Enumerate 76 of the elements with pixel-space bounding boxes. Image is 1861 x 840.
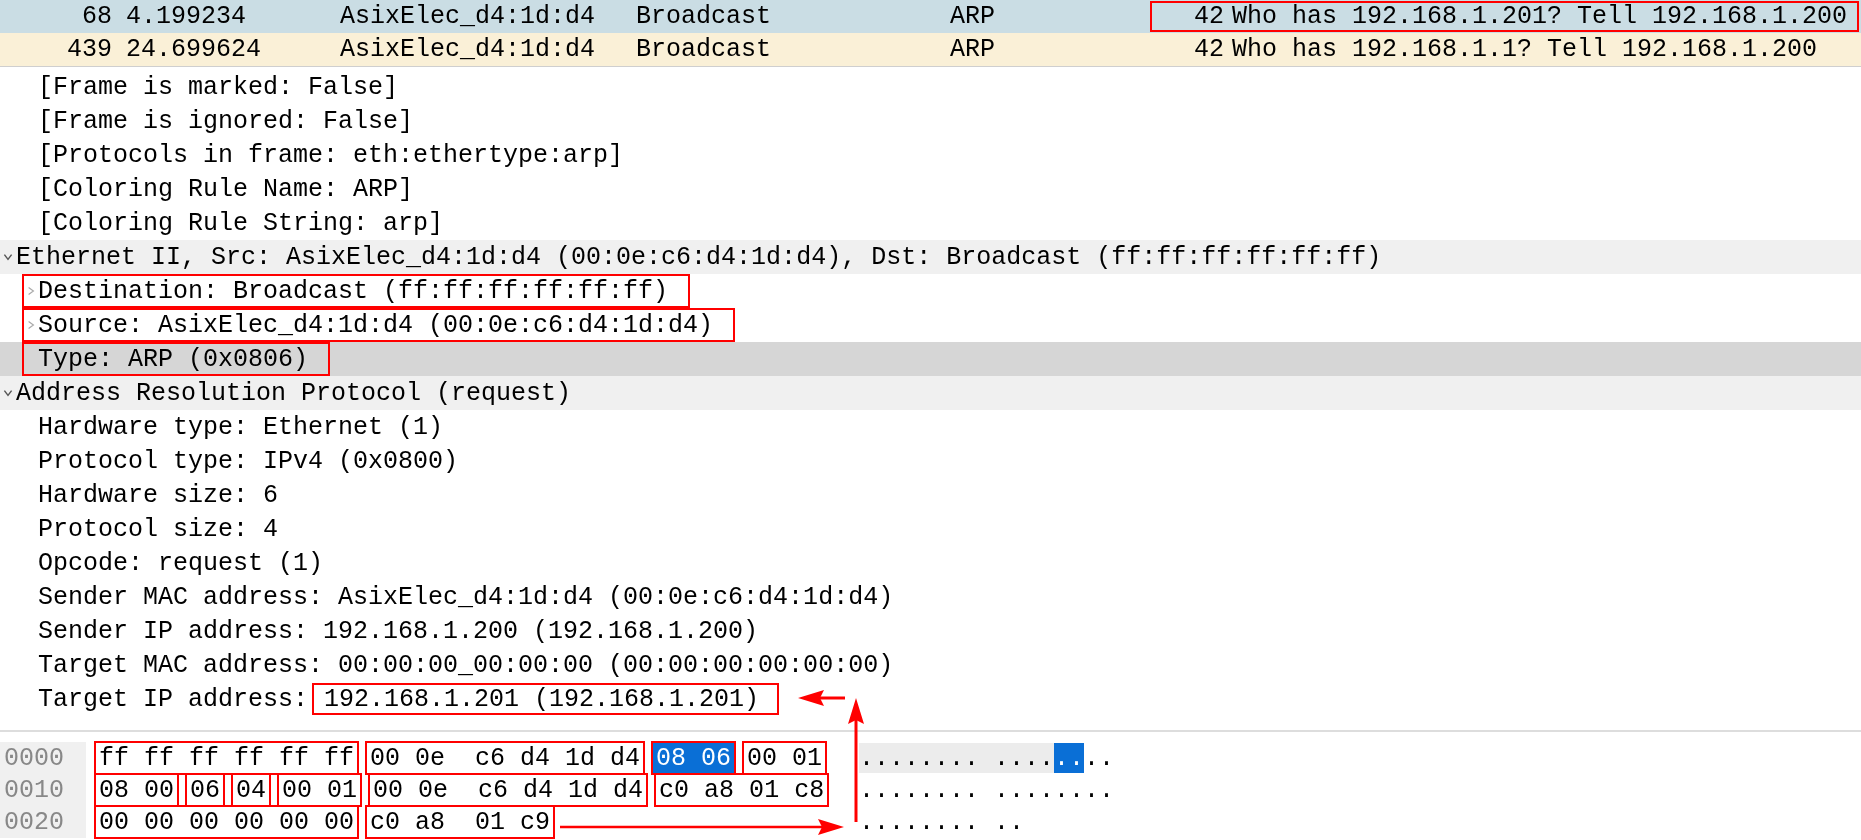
field-row[interactable]: Opcode: request (1)	[0, 546, 1861, 580]
field-row[interactable]: [Frame is ignored: False]	[0, 104, 1861, 138]
field-row[interactable]: [Protocols in frame: eth:ethertype:arp]	[0, 138, 1861, 172]
field-label: [Coloring Rule Name: ARP]	[38, 174, 414, 204]
packet-protocol: ARP	[950, 35, 996, 64]
field-row[interactable]: [Frame is marked: False]	[0, 70, 1861, 104]
packet-info: Who has 192.168.1.201? Tell 192.168.1.200	[1232, 2, 1848, 31]
field-label: Protocol type: IPv4 (0x0800)	[38, 446, 459, 476]
field-row[interactable]: Sender MAC address: AsixElec_d4:1d:d4 (00:0e:c6:d4:1d:d4)	[0, 580, 1861, 614]
hex-bytes[interactable]: 04	[231, 773, 272, 807]
field-row[interactable]: Source: AsixElec_d4:1d:d4 (00:0e:c6:d4:1d:d4)	[0, 308, 1861, 342]
field-label: Type: ARP (0x0806)	[38, 344, 309, 374]
field-label: Destination: Broadcast (ff:ff:ff:ff:ff:ff)	[38, 276, 669, 306]
packet-length: 42	[1193, 2, 1225, 31]
protocol-tree-label: Address Resolution Protocol (request)	[16, 378, 572, 408]
field-row[interactable]: Type: ARP (0x0806)	[0, 342, 1861, 376]
field-label: Hardware size: 6	[38, 480, 279, 510]
ascii-text[interactable]: ........ ........	[859, 775, 1115, 805]
field-row[interactable]: Protocol type: IPv4 (0x0800)	[0, 444, 1861, 478]
hex-offset: 0010	[0, 774, 86, 806]
field-label: Source: AsixElec_d4:1d:d4 (00:0e:c6:d4:1d:d4)	[38, 310, 714, 340]
hex-bytes[interactable]: c0 a8 01 c9	[365, 805, 556, 839]
ascii-text[interactable]: ..	[1084, 743, 1115, 773]
field-row[interactable]: Hardware size: 6	[0, 478, 1861, 512]
packet-row[interactable]: 68 4.199234 AsixElec_d4:1d:d4 Broadcast ARP 42 Who has 192.168.1.201? Tell 192.168.1.200	[0, 0, 1861, 33]
protocol-tree-row[interactable]: Address Resolution Protocol (request)	[0, 376, 1861, 410]
protocol-tree-label: Ethernet II, Src: AsixElec_d4:1d:d4 (00:0e:c6:d4:1d:d4), Dst: Broadcast (ff:ff:ff:ff:ff:ff)	[16, 242, 1382, 272]
packet-length: 42	[1193, 35, 1225, 64]
hex-bytes[interactable]: 00 00 00 00 00 00	[94, 805, 360, 839]
field-row[interactable]: Hardware type: Ethernet (1)	[0, 410, 1861, 444]
hex-bytes[interactable]: 08 00	[94, 773, 179, 807]
field-value: 192.168.1.201 (192.168.1.201)	[312, 683, 780, 715]
field-label: [Frame is ignored: False]	[38, 106, 414, 136]
field-row[interactable]: Sender IP address: 192.168.1.200 (192.168.1.200)	[0, 614, 1861, 648]
field-row[interactable]: Target IP address: 192.168.1.201 (192.168.1.201)	[0, 682, 1861, 716]
field-row[interactable]: [Coloring Rule String: arp]	[0, 206, 1861, 240]
hex-bytes[interactable]: 00 01	[742, 741, 828, 775]
packet-number: 68	[81, 2, 112, 31]
field-label: Sender IP address: 192.168.1.200 (192.168.1.200)	[38, 616, 759, 646]
packet-source: AsixElec_d4:1d:d4	[340, 35, 597, 64]
ascii-text[interactable]: ........ ....	[859, 743, 1055, 773]
hex-offset: 0000	[0, 742, 86, 774]
field-label: Protocol size: 4	[38, 514, 279, 544]
packet-time: 4.199234	[125, 2, 248, 31]
protocol-tree-row[interactable]: Ethernet II, Src: AsixElec_d4:1d:d4 (00:0e:c6:d4:1d:d4), Dst: Broadcast (ff:ff:ff:ff:ff:ff)	[0, 240, 1861, 274]
field-row[interactable]: [Coloring Rule Name: ARP]	[0, 172, 1861, 206]
packet-row[interactable]: 439 24.699624 AsixElec_d4:1d:d4 Broadcast ARP 42 Who has 192.168.1.1? Tell 192.168.1.200	[0, 33, 1861, 66]
field-label: Opcode: request (1)	[38, 548, 324, 578]
packet-destination: Broadcast	[636, 35, 773, 64]
hex-bytes[interactable]: 06	[185, 773, 226, 807]
packet-time: 24.699624	[125, 35, 263, 64]
ascii-text[interactable]: ..	[1054, 743, 1085, 773]
packet-source: AsixElec_d4:1d:d4	[340, 2, 597, 31]
hex-bytes[interactable]: 08 06	[651, 741, 737, 775]
field-label: [Frame is marked: False]	[38, 72, 399, 102]
field-label: Target MAC address: 00:00:00_00:00:00 (00:00:00:00:00:00)	[38, 650, 894, 680]
field-label: Hardware type: Ethernet (1)	[38, 412, 444, 442]
hex-bytes[interactable]: 00 0e c6 d4 1d d4	[365, 741, 646, 775]
hex-bytes[interactable]: ff ff ff ff ff ff	[94, 741, 360, 775]
ascii-text[interactable]: ........ ..	[859, 807, 1025, 837]
field-row[interactable]: Protocol size: 4	[0, 512, 1861, 546]
field-label: [Protocols in frame: eth:ethertype:arp]	[38, 140, 624, 170]
field-label: Sender MAC address: AsixElec_d4:1d:d4 (00:0e:c6:d4:1d:d4)	[38, 582, 894, 612]
field-label: [Coloring Rule String: arp]	[38, 208, 444, 238]
field-label: Target IP address:	[38, 684, 309, 714]
packet-destination: Broadcast	[636, 2, 773, 31]
field-row[interactable]: Destination: Broadcast (ff:ff:ff:ff:ff:ff)	[0, 274, 1861, 308]
packet-info: Who has 192.168.1.1? Tell 192.168.1.200	[1232, 35, 1818, 64]
hex-offset: 0020	[0, 806, 86, 838]
hex-bytes[interactable]: 00 01	[277, 773, 363, 807]
hex-bytes[interactable]: c0 a8 01 c8	[654, 773, 830, 807]
field-row[interactable]: Target MAC address: 00:00:00_00:00:00 (00:00:00:00:00:00)	[0, 648, 1861, 682]
arrow	[798, 690, 845, 706]
packet-protocol: ARP	[950, 2, 996, 31]
hex-bytes[interactable]: 00 0e c6 d4 1d d4	[368, 773, 649, 807]
packet-number: 439	[66, 35, 112, 64]
